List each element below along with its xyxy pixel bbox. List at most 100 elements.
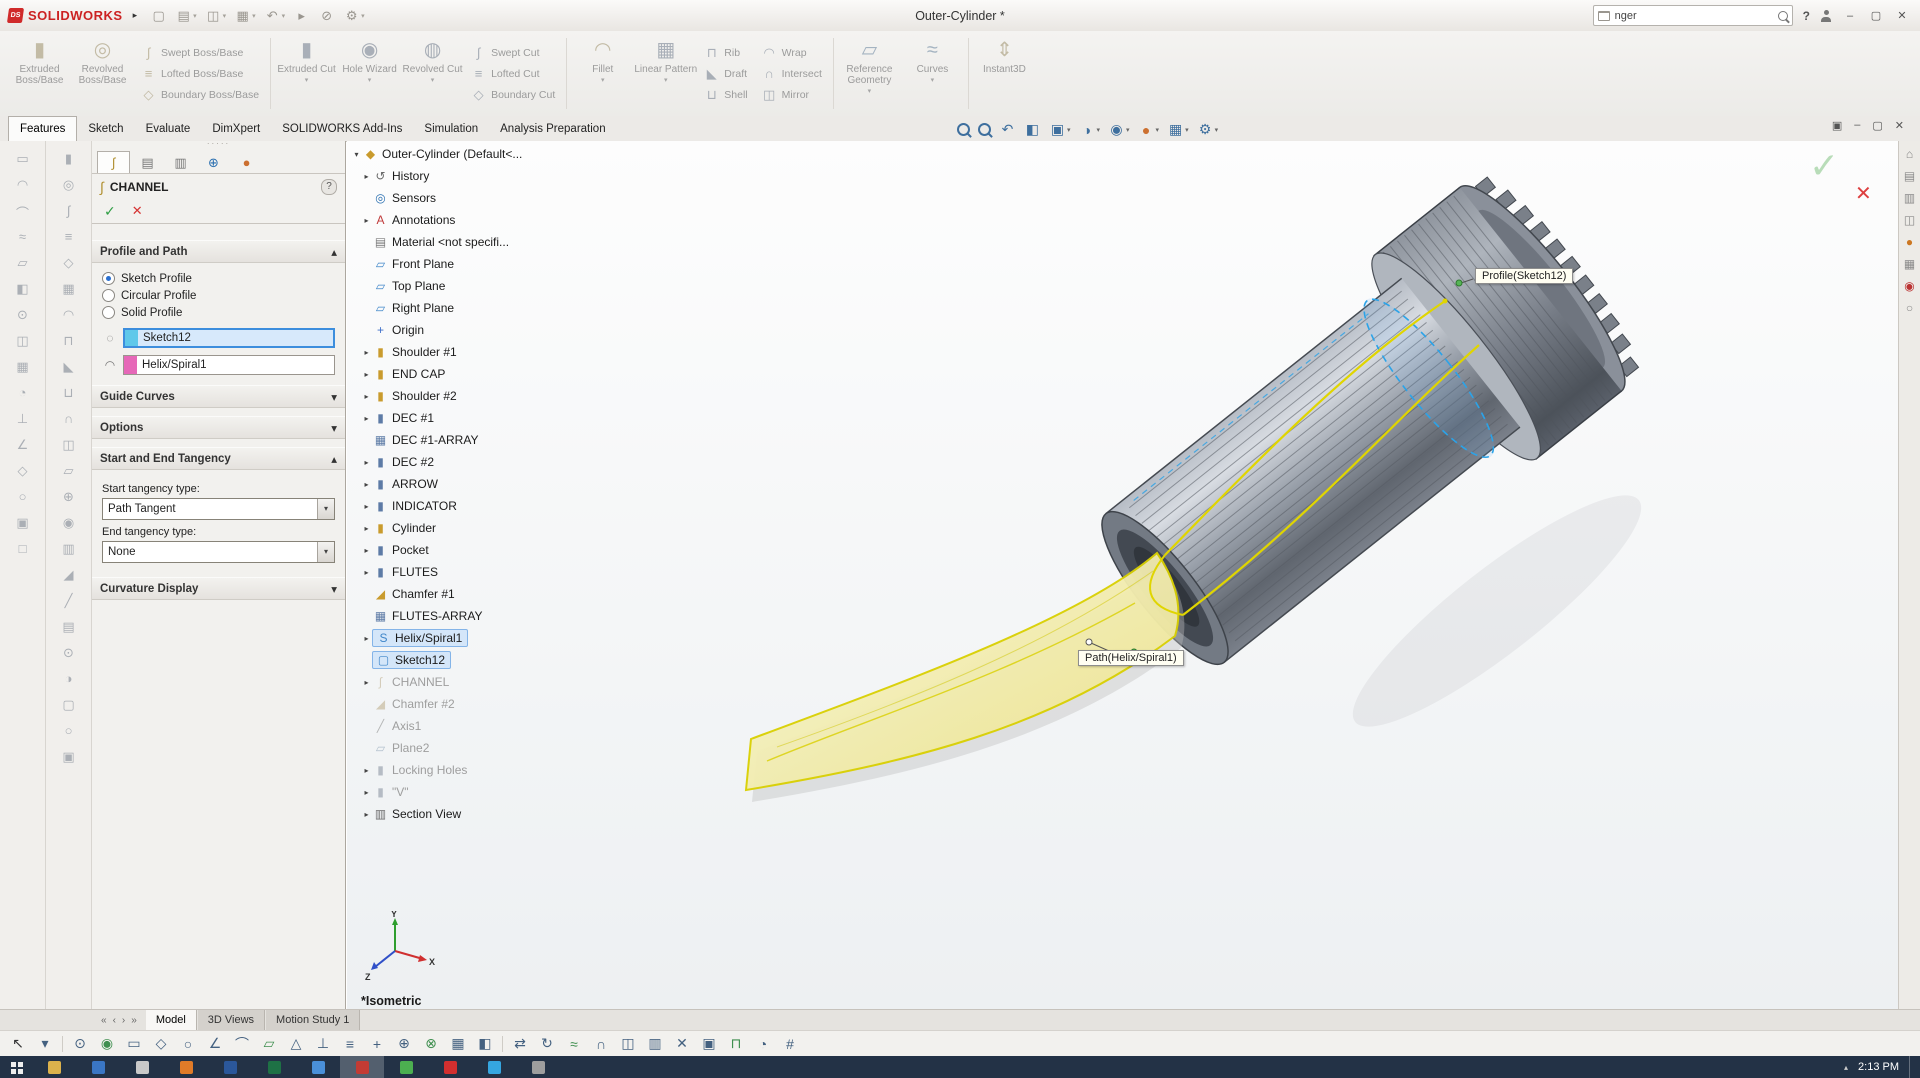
toolbar-icon[interactable]: ○ bbox=[12, 489, 34, 506]
start-button[interactable] bbox=[0, 1056, 32, 1078]
tree-item-pocket[interactable]: ▸ ▮ Pocket bbox=[349, 539, 525, 561]
toolbar-icon[interactable]: ◫ bbox=[12, 333, 34, 350]
toolbar-icon[interactable]: ⊙ bbox=[12, 307, 34, 324]
taskbar-app-4[interactable] bbox=[164, 1056, 208, 1078]
taskbar-app-3[interactable] bbox=[120, 1056, 164, 1078]
toolbar-icon[interactable]: ▣ bbox=[12, 515, 34, 532]
ribbon-curves-button[interactable]: ≈ Curves ▾ bbox=[901, 34, 964, 113]
toolbar-icon[interactable]: ⊕ bbox=[58, 489, 80, 506]
chevron-down-icon[interactable]: ▾ bbox=[305, 76, 309, 84]
taskbar-clock[interactable]: 2:13 PM bbox=[1858, 1061, 1899, 1073]
confirm-ok-icon[interactable]: ✓ bbox=[1809, 145, 1839, 187]
taskbar-app-5[interactable] bbox=[208, 1056, 252, 1078]
attachment-button[interactable]: ⊘ bbox=[315, 7, 338, 25]
maximize-button[interactable]: ▢ bbox=[1868, 9, 1884, 22]
doc-minimize-button[interactable]: – bbox=[1854, 119, 1860, 132]
ribbon-intersect-button[interactable]: ∩ Intersect bbox=[758, 64, 826, 84]
toolbar-icon[interactable]: ⇄ bbox=[510, 1035, 530, 1052]
tab-solidworks-add-ins[interactable]: SOLIDWORKS Add-Ins bbox=[271, 116, 413, 141]
hide-show-button[interactable]: ◉ ▾ bbox=[1106, 120, 1132, 139]
confirm-cancel-icon[interactable]: ✕ bbox=[1855, 181, 1872, 206]
toolbar-icon[interactable]: ≡ bbox=[58, 229, 80, 246]
graphics-viewport[interactable]: ▾ ◆ Outer-Cylinder (Default<... ▸ ↺ History ◎ S… bbox=[347, 141, 1898, 1009]
pm-help-button[interactable]: ? bbox=[321, 178, 337, 195]
design-library-icon[interactable]: ▤ bbox=[1901, 169, 1919, 183]
group-curvature-display[interactable]: Curvature Display ▾ bbox=[92, 577, 345, 600]
ribbon-revolved-boss-base-button[interactable]: ◎ Revolved Boss/Base bbox=[71, 34, 134, 113]
doc-restore-button[interactable]: ▢ bbox=[1872, 119, 1882, 132]
toolbar-icon[interactable]: ⊙ bbox=[58, 645, 80, 662]
toolbar-icon[interactable]: ⊥ bbox=[12, 411, 34, 428]
chevron-down-icon[interactable]: ▾ bbox=[431, 76, 435, 84]
tab-scroll-last-icon[interactable]: » bbox=[128, 1015, 140, 1026]
tree-item-plane2[interactable]: ▱ Plane2 bbox=[349, 737, 525, 759]
toolbar-icon[interactable]: ◠ bbox=[12, 177, 34, 194]
tree-item-channel[interactable]: ▸ ∫ CHANNEL bbox=[349, 671, 525, 693]
zoom-fit-button[interactable] bbox=[955, 122, 972, 137]
toolbar-icon[interactable]: ◇ bbox=[58, 255, 80, 272]
ribbon-extruded-cut-button[interactable]: ▮ Extruded Cut ▾ bbox=[275, 34, 338, 113]
appearances-icon[interactable]: ● bbox=[1901, 235, 1919, 249]
home-icon[interactable]: ⌂ bbox=[1901, 147, 1919, 161]
3d-model[interactable] bbox=[347, 141, 1898, 1009]
tree-item-front-plane[interactable]: ▱ Front Plane bbox=[349, 253, 525, 275]
taskbar-app-2[interactable] bbox=[76, 1056, 120, 1078]
toolbar-icon[interactable]: ╱ bbox=[58, 593, 80, 610]
tree-item-sketch12[interactable]: ▢ Sketch12 bbox=[349, 649, 525, 671]
ribbon-shell-button[interactable]: ⊔ Shell bbox=[700, 85, 751, 105]
toolbar-icon[interactable]: ◢ bbox=[58, 567, 80, 584]
expand-arrow-icon[interactable]: ▸ bbox=[361, 634, 372, 643]
toolbar-icon[interactable]: ⊓ bbox=[58, 333, 80, 350]
taskbar-app-7[interactable] bbox=[296, 1056, 340, 1078]
expand-arrow-icon[interactable]: ▸ bbox=[361, 216, 372, 225]
tree-item-v[interactable]: ▸ ▮ "V" bbox=[349, 781, 525, 803]
select-tool-icon[interactable]: ↖ bbox=[8, 1035, 28, 1052]
tree-item-locking-holes[interactable]: ▸ ▮ Locking Holes bbox=[349, 759, 525, 781]
tree-item-dec-1-array[interactable]: ▦ DEC #1-ARRAY bbox=[349, 429, 525, 451]
close-button[interactable]: ✕ bbox=[1894, 9, 1910, 22]
taskbar-app-8[interactable] bbox=[340, 1056, 384, 1078]
chevron-down-icon[interactable]: ▾ bbox=[1067, 126, 1071, 134]
tree-item-axis1[interactable]: ╱ Axis1 bbox=[349, 715, 525, 737]
chevron-down-icon[interactable]: ▾ bbox=[361, 12, 365, 20]
toolbar-icon[interactable]: ◑ bbox=[58, 671, 80, 688]
toolbar-icon[interactable]: ⊕ bbox=[394, 1035, 414, 1052]
toolbar-icon[interactable]: ▦ bbox=[12, 359, 34, 376]
panel-grip[interactable]: ····· bbox=[92, 140, 345, 149]
toolbar-icon[interactable]: ◇ bbox=[151, 1035, 171, 1052]
profile-callout[interactable]: Profile(Sketch12) bbox=[1475, 268, 1574, 284]
toolbar-icon[interactable]: ◉ bbox=[97, 1035, 117, 1052]
tab-features[interactable]: Features bbox=[8, 116, 78, 141]
toolbar-icon[interactable]: ✕ bbox=[672, 1035, 692, 1052]
expand-arrow-icon[interactable]: ▸ bbox=[361, 480, 372, 489]
cancel-button[interactable]: ✕ bbox=[132, 203, 143, 219]
toolbar-icon[interactable]: ▣ bbox=[58, 749, 80, 766]
menu-expand-icon[interactable]: ▸ bbox=[133, 10, 138, 21]
toolbar-icon[interactable]: ∩ bbox=[58, 411, 80, 428]
doc-tab-3d-views[interactable]: 3D Views bbox=[197, 1010, 266, 1030]
toolbar-icon[interactable]: ○ bbox=[58, 723, 80, 740]
taskbar-app-12[interactable] bbox=[516, 1056, 560, 1078]
expand-arrow-icon[interactable]: ▸ bbox=[361, 414, 372, 423]
ribbon-lofted-boss-base-button[interactable]: ≡ Lofted Boss/Base bbox=[137, 64, 263, 84]
chevron-down-icon[interactable]: ▾ bbox=[193, 12, 197, 20]
toolbar-icon[interactable]: ≈ bbox=[564, 1036, 584, 1052]
tab-scroll-first-icon[interactable]: « bbox=[98, 1015, 110, 1026]
manager-tab-3[interactable]: ▥ bbox=[165, 152, 196, 173]
tree-item-flutes[interactable]: ▸ ▮ FLUTES bbox=[349, 561, 525, 583]
manager-tab-5[interactable]: ● bbox=[231, 152, 262, 173]
expand-arrow-icon[interactable]: ▸ bbox=[361, 392, 372, 401]
toolbar-icon[interactable]: ▱ bbox=[259, 1035, 279, 1052]
toolbar-icon[interactable]: ▦ bbox=[448, 1035, 468, 1052]
show-desktop-button[interactable] bbox=[1909, 1056, 1914, 1078]
user-account-icon[interactable] bbox=[1820, 9, 1832, 22]
ribbon-reference-geometry-button[interactable]: ▱ Reference Geometry ▾ bbox=[838, 34, 901, 113]
open-button[interactable]: ▤ ▾ bbox=[172, 7, 200, 25]
toolbar-icon[interactable]: ▥ bbox=[645, 1035, 665, 1052]
doc-close-button[interactable]: ✕ bbox=[1895, 119, 1904, 132]
resources-icon[interactable]: ○ bbox=[1901, 301, 1919, 315]
toolbar-icon[interactable]: ◇ bbox=[12, 463, 34, 480]
toolbar-icon[interactable]: ▣ bbox=[699, 1035, 719, 1052]
group-start-end-tangency[interactable]: Start and End Tangency ▴ bbox=[92, 447, 345, 470]
tray-expand-icon[interactable]: ▴ bbox=[1844, 1063, 1848, 1072]
